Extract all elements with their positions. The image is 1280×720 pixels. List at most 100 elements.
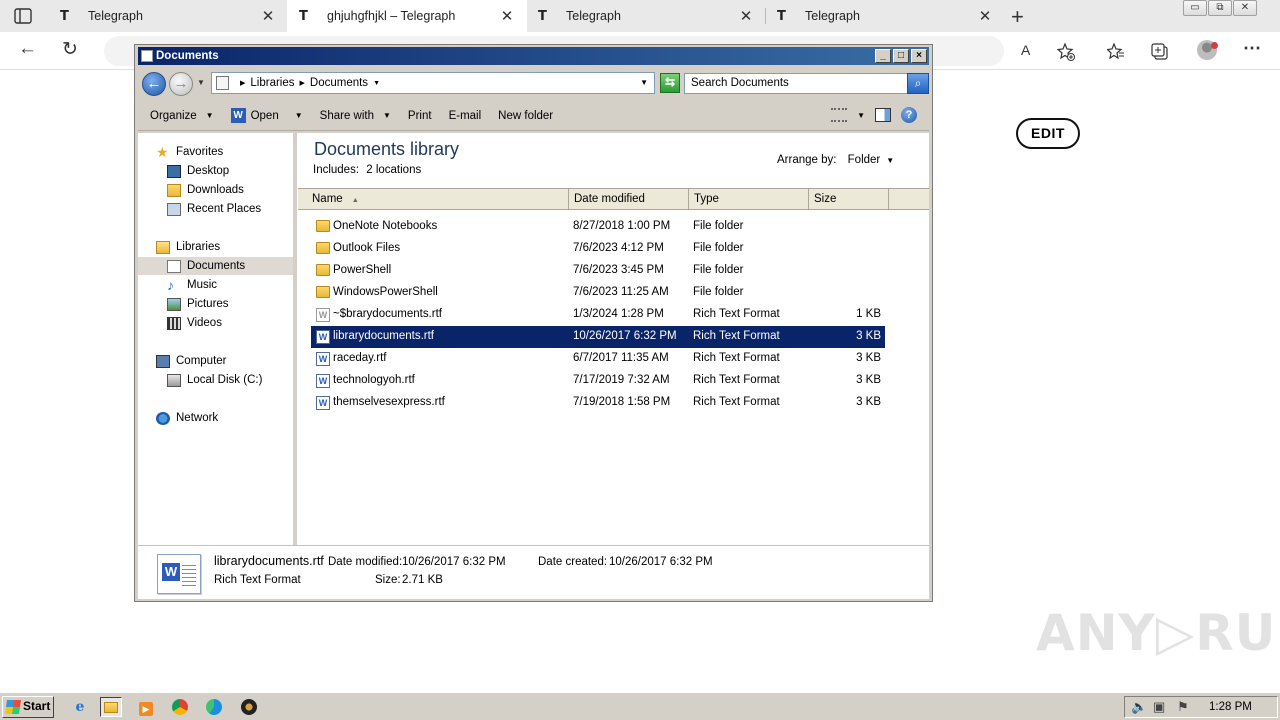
breadcrumb-libraries[interactable]: Libraries: [250, 77, 294, 89]
explorer-taskbar-icon[interactable]: [100, 697, 122, 717]
add-favorite-icon[interactable]: [1057, 43, 1075, 61]
preview-pane-icon[interactable]: [875, 108, 891, 122]
file-row[interactable]: Wthemselvesexpress.rtf 7/19/2018 1:58 PM R…: [311, 392, 885, 414]
file-row[interactable]: W ~$brarydocuments.rtf 1/3/2024 1:28 PM Ric…: [311, 304, 885, 326]
chevron-down-icon[interactable]: ▼: [295, 111, 303, 120]
file-row[interactable]: Wtechnologyoh.rtf 7/17/2019 7:32 AM Rich T…: [311, 370, 885, 392]
browser-tab[interactable]: T Telegraph ✕: [48, 0, 288, 32]
network-status-icon[interactable]: ▣: [1153, 699, 1165, 715]
browser-tab[interactable]: T Telegraph ✕: [526, 0, 766, 32]
change-view-icon[interactable]: [831, 108, 848, 122]
file-row-selected[interactable]: Wlibrarydocuments.rtf 10/26/2017 6:32 PM R…: [311, 326, 885, 348]
restore-button[interactable]: ⧉: [1208, 0, 1232, 16]
file-name: WindowsPowerShell: [333, 286, 438, 298]
details-file-type: Rich Text Format: [214, 574, 301, 586]
edit-button[interactable]: EDIT: [1016, 118, 1080, 149]
browser-tab-active[interactable]: T ghjuhgfhjkl – Telegraph ✕: [287, 0, 527, 32]
nav-recent-places[interactable]: Recent Places: [138, 200, 293, 218]
minimize-button[interactable]: ▭: [1183, 0, 1207, 16]
file-row[interactable]: WindowsPowerShell 7/6/2023 11:25 AM File f…: [311, 282, 885, 304]
column-header-size[interactable]: Size: [809, 189, 889, 209]
internet-explorer-icon[interactable]: e: [69, 697, 91, 717]
tab-favicon: T: [538, 8, 547, 24]
back-arrow-icon[interactable]: ←: [142, 72, 166, 96]
forward-arrow-icon[interactable]: →: [169, 72, 193, 96]
open-button[interactable]: W Open ▼: [230, 108, 303, 123]
window-titlebar[interactable]: Documents _ □ ×: [138, 47, 929, 65]
file-row[interactable]: Outlook Files 7/6/2023 4:12 PM File folder: [311, 238, 885, 260]
share-with-button[interactable]: Share with ▼: [320, 110, 391, 122]
reload-button[interactable]: ↻: [62, 38, 78, 61]
file-row[interactable]: PowerShell 7/6/2023 3:45 PM File folder: [311, 260, 885, 282]
nav-desktop[interactable]: Desktop: [138, 162, 293, 180]
app-icon[interactable]: [238, 697, 260, 717]
recent-pages-dropdown-icon[interactable]: ▼: [197, 78, 205, 87]
nav-libraries[interactable]: Libraries: [138, 238, 293, 256]
new-tab-button[interactable]: +: [1011, 4, 1024, 30]
column-header-type[interactable]: Type: [689, 189, 809, 209]
new-folder-button[interactable]: New folder: [498, 110, 553, 122]
file-row[interactable]: Wraceday.rtf 6/7/2017 11:35 AM Rich Text F…: [311, 348, 885, 370]
chevron-icon[interactable]: ▶: [300, 79, 305, 87]
address-path-box[interactable]: ▶ Libraries ▶ Documents ▼ ▼: [211, 72, 655, 94]
nav-computer[interactable]: Computer: [138, 352, 293, 370]
explorer-window: Documents _ □ × ← → ▼ ▶ Libraries ▶ Docu…: [134, 44, 933, 602]
maximize-button[interactable]: □: [893, 49, 909, 63]
nav-pictures[interactable]: Pictures: [138, 295, 293, 313]
collections-icon[interactable]: [1151, 43, 1169, 61]
tab-actions-icon[interactable]: [14, 8, 32, 24]
arrange-by-dropdown[interactable]: Folder: [848, 154, 881, 166]
nav-music[interactable]: ♪ Music: [138, 276, 293, 294]
media-player-icon[interactable]: ▶: [135, 697, 157, 717]
library-icon: [216, 76, 229, 90]
nav-downloads[interactable]: Downloads: [138, 181, 293, 199]
nav-local-disk[interactable]: Local Disk (C:): [138, 371, 293, 389]
help-icon[interactable]: ?: [901, 107, 917, 123]
nav-videos[interactable]: Videos: [138, 314, 293, 332]
file-date-modified: 7/6/2023 11:25 AM: [573, 286, 669, 298]
details-size-label: Size:: [375, 574, 401, 586]
back-button[interactable]: ←: [18, 38, 37, 60]
file-row[interactable]: OneNote Notebooks 8/27/2018 1:00 PM File f…: [311, 216, 885, 238]
nav-network[interactable]: Network: [138, 409, 293, 427]
chevron-down-icon[interactable]: ▼: [886, 156, 894, 165]
rtf-file-icon: W: [316, 352, 330, 366]
minimize-button[interactable]: _: [875, 49, 891, 63]
refresh-button[interactable]: ⇆: [660, 73, 680, 93]
column-header-name[interactable]: Name ▲: [298, 189, 569, 209]
tab-close-icon[interactable]: ✕: [738, 7, 754, 25]
breadcrumb-documents[interactable]: Documents: [310, 77, 368, 89]
includes-locations-link[interactable]: 2 locations: [366, 164, 421, 176]
chevron-down-icon[interactable]: ▼: [373, 80, 380, 87]
nav-favorites[interactable]: ★ Favorites: [138, 143, 293, 161]
browser-tab[interactable]: T Telegraph ✕: [765, 0, 1005, 32]
chevron-icon[interactable]: ▶: [240, 79, 245, 87]
favorites-icon[interactable]: [1107, 43, 1125, 61]
edge-icon[interactable]: [203, 697, 225, 717]
nav-documents[interactable]: Documents: [138, 257, 293, 275]
read-aloud-icon[interactable]: A: [1021, 42, 1030, 58]
tab-close-icon[interactable]: ✕: [260, 7, 276, 25]
taskbar-clock[interactable]: 1:28 PM: [1209, 701, 1252, 713]
search-input[interactable]: Search Documents: [684, 73, 908, 94]
email-button[interactable]: E-mail: [449, 110, 482, 122]
close-button[interactable]: ×: [911, 49, 927, 63]
chrome-icon[interactable]: [169, 697, 191, 717]
computer-icon: [156, 354, 170, 368]
volume-icon[interactable]: 🔈: [1131, 699, 1147, 715]
chevron-down-icon[interactable]: ▼: [857, 111, 865, 120]
file-size: 3 KB: [856, 396, 881, 408]
more-icon[interactable]: ⋯: [1243, 38, 1261, 59]
organize-button[interactable]: Organize ▼: [150, 110, 214, 122]
tab-close-icon[interactable]: ✕: [977, 7, 993, 25]
address-history-dropdown-icon[interactable]: ▼: [640, 78, 648, 87]
start-button[interactable]: Start: [2, 696, 54, 718]
details-created-value: 10/26/2017 6:32 PM: [609, 556, 713, 568]
nav-label: Desktop: [187, 165, 230, 177]
close-button[interactable]: ✕: [1233, 0, 1257, 16]
action-center-flag-icon[interactable]: ⚑: [1177, 699, 1189, 715]
tab-close-icon[interactable]: ✕: [499, 7, 515, 25]
print-button[interactable]: Print: [408, 110, 432, 122]
column-header-date[interactable]: Date modified: [569, 189, 689, 209]
search-icon[interactable]: ⌕: [907, 73, 929, 94]
